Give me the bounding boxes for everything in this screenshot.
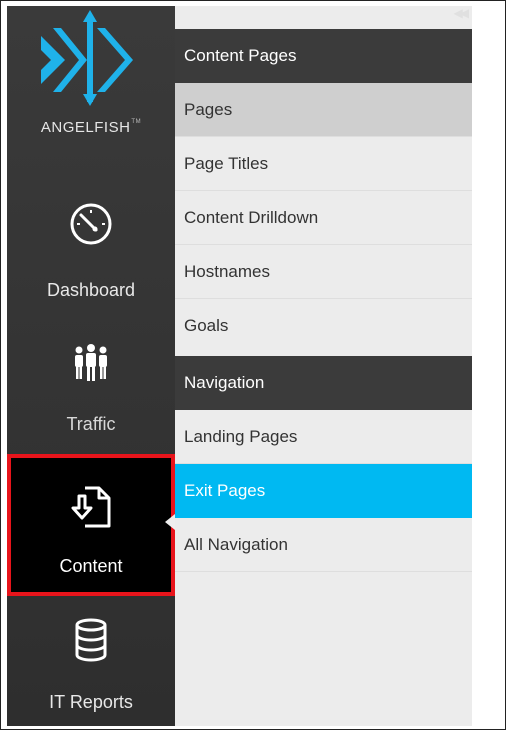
sidebar-item-content[interactable]: Content (7, 454, 175, 596)
sidebar-item-label: Content (59, 556, 123, 576)
menu-item-label: Goals (184, 316, 229, 335)
brand-text: ANGELFISH (40, 119, 131, 136)
sidebar-item-traffic[interactable]: Traffic (7, 336, 175, 446)
section-header-navigation: Navigation (175, 356, 472, 410)
active-pointer-icon (165, 514, 175, 530)
section-title: Navigation (184, 373, 265, 392)
menu-item-label: Exit Pages (184, 481, 266, 500)
main-sidebar: ANGELFISHTM Dashboard Traffic Content IT… (7, 6, 175, 726)
app-frame: ANGELFISHTM Dashboard Traffic Content IT… (0, 0, 506, 730)
menu-item-label: Content Drilldown (184, 208, 319, 227)
menu-item-label: Pages (184, 100, 233, 119)
menu-item-all-navigation[interactable]: All Navigation (175, 518, 472, 572)
document-icon (71, 486, 111, 528)
section-header-content-pages: Content Pages (175, 29, 472, 83)
menu-item-exit-pages[interactable]: Exit Pages (175, 464, 472, 518)
menu-item-content-drilldown[interactable]: Content Drilldown (175, 191, 472, 245)
people-icon (75, 344, 107, 381)
main-content-area (472, 6, 505, 726)
menu-item-label: Page Titles (184, 154, 269, 173)
menu-item-pages[interactable]: Pages (175, 83, 472, 137)
section-title: Content Pages (184, 46, 297, 65)
database-icon (75, 618, 107, 662)
sidebar-item-label: Traffic (66, 414, 116, 434)
brand-name: ANGELFISHTM (7, 119, 175, 136)
menu-item-goals[interactable]: Goals (175, 299, 472, 353)
sidebar-item-it-reports[interactable]: IT Reports (7, 606, 175, 726)
menu-item-landing-pages[interactable]: Landing Pages (175, 410, 472, 464)
content-submenu: ◀◀ Content Pages Pages Page Titles Conte… (175, 6, 472, 726)
trademark-mark: TM (131, 119, 142, 125)
sidebar-item-dashboard[interactable]: Dashboard (7, 196, 175, 316)
menu-item-label: Hostnames (184, 262, 270, 281)
sidebar-item-label: Dashboard (46, 280, 136, 300)
speedometer-icon (70, 203, 112, 245)
menu-item-hostnames[interactable]: Hostnames (175, 245, 472, 299)
angelfish-logo-icon (41, 10, 133, 106)
collapse-menu-icon[interactable]: ◀◀ (454, 6, 470, 28)
menu-item-label: All Navigation (184, 535, 288, 554)
menu-item-label: Landing Pages (184, 427, 298, 446)
angelfish-logo[interactable]: ANGELFISHTM (7, 6, 175, 146)
sidebar-item-label: IT Reports (49, 692, 133, 712)
menu-item-page-titles[interactable]: Page Titles (175, 137, 472, 191)
